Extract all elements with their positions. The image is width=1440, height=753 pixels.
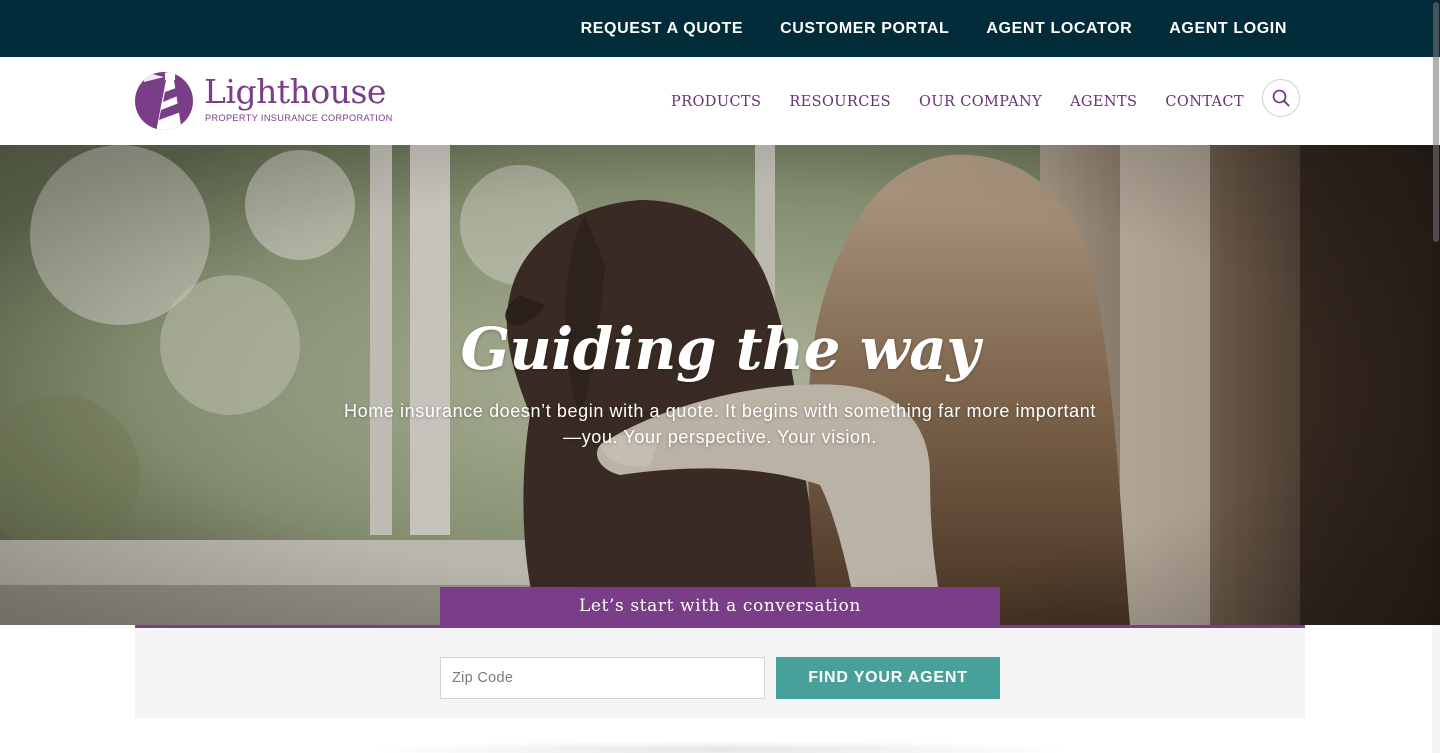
nav-contact[interactable]: CONTACT	[1165, 92, 1244, 110]
agent-login-link[interactable]: AGENT LOGIN	[1169, 20, 1287, 38]
customer-portal-link[interactable]: CUSTOMER PORTAL	[780, 20, 949, 38]
request-quote-link[interactable]: REQUEST A QUOTE	[581, 20, 744, 38]
utility-bar: REQUEST A QUOTE CUSTOMER PORTAL AGENT LO…	[0, 0, 1440, 57]
logo-name: Lighthouse	[204, 72, 386, 111]
search-button[interactable]	[1262, 79, 1300, 117]
hero-photo-girl-and-dog	[0, 145, 1440, 625]
nav-resources[interactable]: RESOURCES	[789, 92, 891, 110]
lighthouse-logo-icon	[135, 72, 193, 130]
agent-search-panel: FIND YOUR AGENT	[135, 625, 1305, 718]
logo-link[interactable]: Lighthouse PROPERTY INSURANCE CORPORATIO…	[134, 70, 394, 132]
main-header: Lighthouse PROPERTY INSURANCE CORPORATIO…	[0, 57, 1440, 145]
logo-tagline: PROPERTY INSURANCE CORPORATION	[205, 113, 393, 123]
conversation-banner: Let’s start with a conversation	[440, 587, 1000, 625]
nav-products[interactable]: PRODUCTS	[671, 92, 761, 110]
zip-code-input[interactable]	[440, 657, 765, 699]
main-nav: PRODUCTS RESOURCES OUR COMPANY AGENTS CO…	[671, 57, 1244, 145]
hero-section: Guiding the way Home insurance doesn’t b…	[0, 145, 1440, 625]
find-your-agent-button[interactable]: FIND YOUR AGENT	[776, 657, 1000, 699]
scrollbar-thumb[interactable]	[1433, 2, 1439, 242]
utility-nav: REQUEST A QUOTE CUSTOMER PORTAL AGENT LO…	[581, 0, 1287, 57]
conversation-banner-text: Let’s start with a conversation	[579, 596, 861, 616]
agent-locator-link[interactable]: AGENT LOCATOR	[986, 20, 1132, 38]
search-icon	[1272, 89, 1290, 107]
nav-our-company[interactable]: OUR COMPANY	[919, 92, 1042, 110]
page-scrollbar[interactable]	[1432, 0, 1440, 753]
hero-title: Guiding the way	[460, 315, 980, 383]
nav-agents[interactable]: AGENTS	[1070, 92, 1137, 110]
content-card-shadow	[360, 740, 1080, 753]
hero-subtitle: Home insurance doesn’t begin with a quot…	[344, 401, 1096, 447]
